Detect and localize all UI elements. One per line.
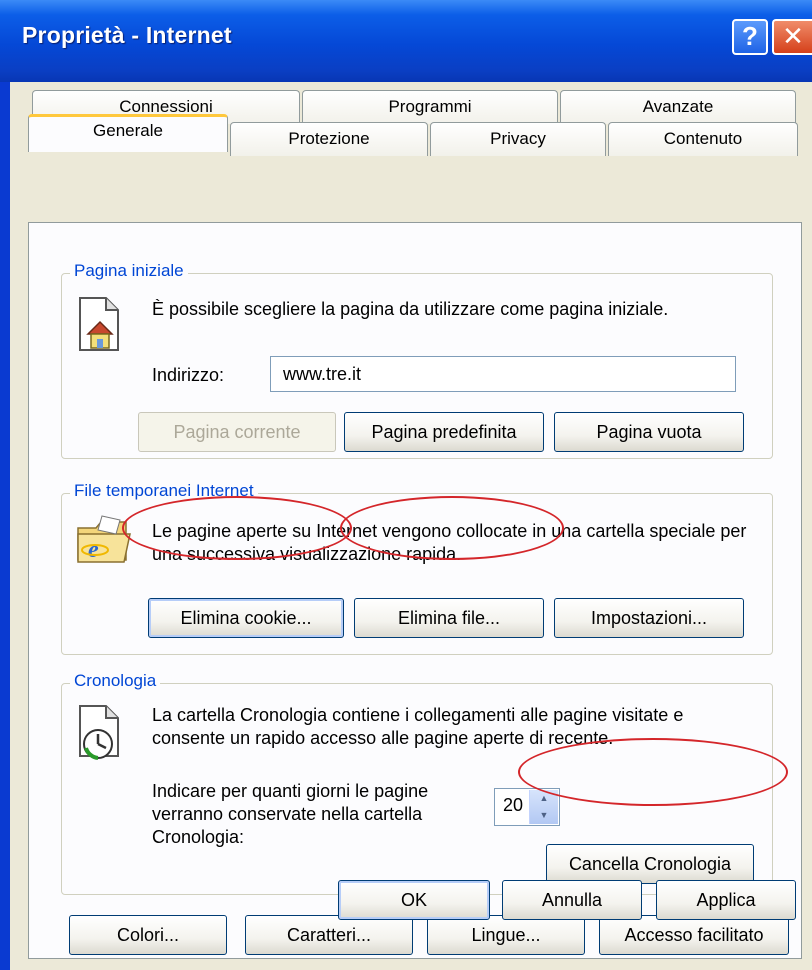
cancel-button[interactable]: Annulla — [502, 880, 642, 920]
tab-programmi[interactable]: Programmi — [302, 90, 558, 124]
apply-button[interactable]: Applica — [656, 880, 796, 920]
svg-text:e: e — [88, 537, 99, 563]
close-button[interactable]: ✕ — [772, 19, 812, 55]
blank-page-button[interactable]: Pagina vuota — [554, 412, 744, 452]
history-clock-icon — [79, 705, 119, 760]
home-page-group-label: Pagina iniziale — [70, 261, 188, 281]
home-page-group: Pagina iniziale È possibile scegliere la… — [61, 261, 773, 459]
languages-button[interactable]: Lingue... — [427, 915, 585, 955]
history-group: Cronologia La cartella Cronologia contie… — [61, 671, 773, 895]
spin-arrows-icon[interactable]: ▲ ▼ — [529, 790, 558, 824]
help-button[interactable]: ? — [732, 19, 768, 55]
home-page-description: È possibile scegliere la pagina da utili… — [152, 299, 669, 319]
address-input[interactable]: www.tre.it — [270, 356, 736, 392]
temp-files-group-label: File temporanei Internet — [70, 481, 258, 501]
tab-privacy[interactable]: Privacy — [430, 122, 606, 156]
history-group-label: Cronologia — [70, 671, 161, 691]
home-page-icon — [79, 297, 119, 351]
delete-cookies-button[interactable]: Elimina cookie... — [148, 598, 344, 638]
title-bar[interactable]: Proprietà - Internet ? ✕ — [0, 0, 812, 82]
history-days-label: Indicare per quanti giorni le pagine ver… — [152, 781, 429, 847]
ok-button[interactable]: OK — [338, 880, 490, 920]
accessibility-button[interactable]: Accesso facilitato — [599, 915, 789, 955]
history-description: La cartella Cronologia contiene i colleg… — [152, 705, 684, 748]
clear-history-button[interactable]: Cancella Cronologia — [546, 844, 754, 884]
dialog-client-area: Connessioni Programmi Avanzate Generale … — [10, 82, 812, 970]
default-page-button[interactable]: Pagina predefinita — [344, 412, 544, 452]
internet-properties-window: Proprietà - Internet ? ✕ Connessioni Pro… — [0, 0, 812, 970]
tab-avanzate[interactable]: Avanzate — [560, 90, 796, 124]
tab-protezione[interactable]: Protezione — [230, 122, 428, 156]
address-label: Indirizzo: — [152, 365, 225, 385]
fonts-button[interactable]: Caratteri... — [245, 915, 413, 955]
general-tab-panel: Pagina iniziale È possibile scegliere la… — [28, 222, 802, 959]
temp-files-group: File temporanei Internet e Le pagine ape… — [61, 481, 773, 655]
temp-files-description: Le pagine aperte su Internet vengono col… — [152, 521, 747, 564]
delete-files-button[interactable]: Elimina file... — [354, 598, 544, 638]
history-days-value: 20 — [503, 795, 524, 815]
ie-folder-icon: e — [77, 515, 131, 563]
window-title: Proprietà - Internet — [22, 22, 232, 48]
colors-button[interactable]: Colori... — [69, 915, 227, 955]
tab-contenuto[interactable]: Contenuto — [608, 122, 798, 156]
temp-settings-button[interactable]: Impostazioni... — [554, 598, 744, 638]
history-days-spinbox[interactable]: 20 ▲ ▼ — [494, 788, 560, 826]
current-page-button[interactable]: Pagina corrente — [138, 412, 336, 452]
tab-generale[interactable]: Generale — [28, 114, 228, 152]
